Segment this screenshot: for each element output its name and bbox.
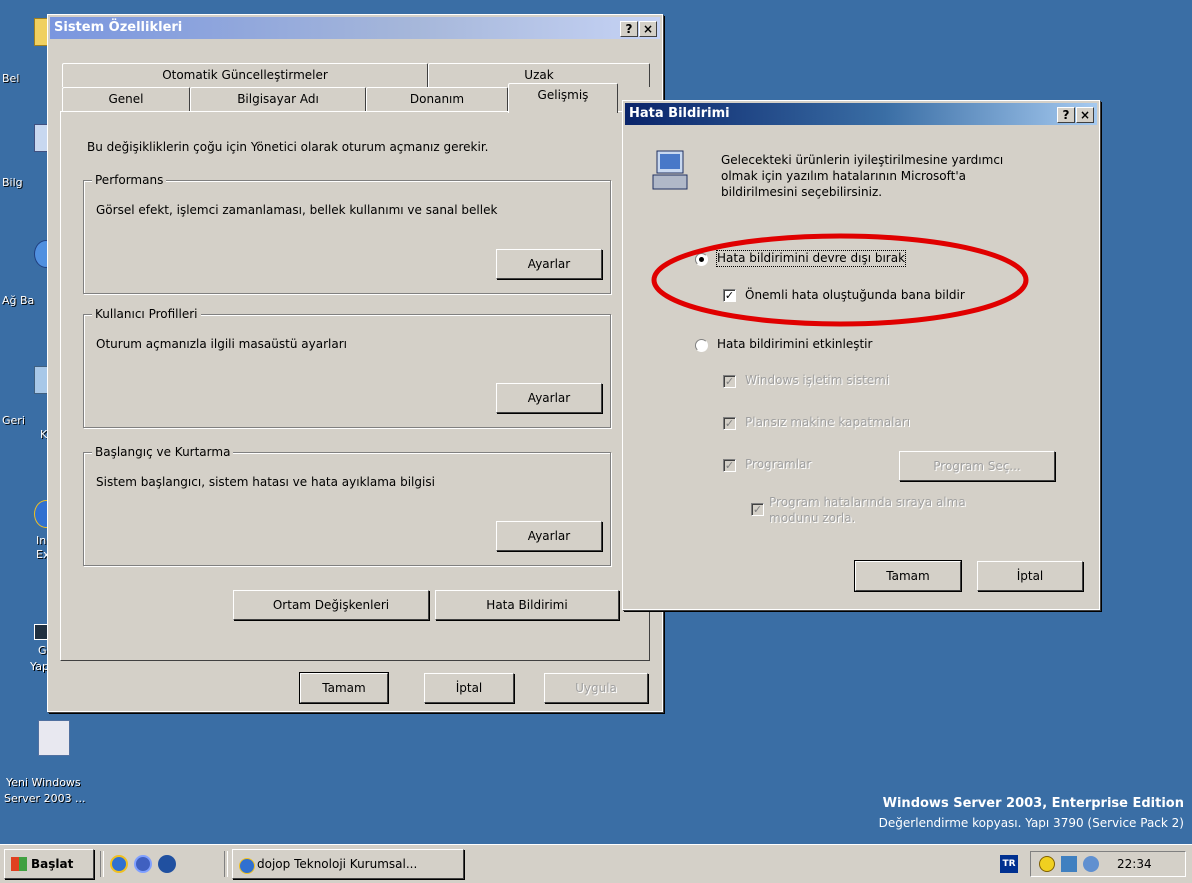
- description-line: Gelecekteki ürünlerin iyileştirilmesine …: [721, 153, 1004, 167]
- group-description: Sistem başlangıcı, sistem hatası ve hata…: [96, 475, 435, 489]
- show-desktop-icon[interactable]: [134, 855, 152, 873]
- performance-settings-button[interactable]: Ayarlar: [496, 249, 602, 279]
- description-line: olmak için yazılım hatalarının Microsoft…: [721, 169, 967, 183]
- highlight-ellipse: [651, 233, 1029, 327]
- group-title: Başlangıç ve Kurtarma: [92, 445, 234, 459]
- programs-checkbox: ✓: [723, 459, 736, 472]
- group-description: Oturum açmanızla ilgili masaüstü ayarlar…: [96, 337, 347, 351]
- description-line: bildirilmesini seçebilirsiniz.: [721, 185, 883, 199]
- force-queue-label: Program hatalarında sıraya alma: [769, 495, 966, 509]
- dialog-ok-button[interactable]: Tamam: [854, 560, 962, 592]
- dialog-title: Hata Bildirimi: [629, 106, 730, 121]
- clock[interactable]: 22:34: [1117, 856, 1152, 872]
- group-description: Görsel efekt, işlemci zamanlaması, belle…: [96, 203, 498, 217]
- apply-button: Uygula: [544, 673, 648, 703]
- divider: [224, 851, 228, 877]
- ok-button[interactable]: Tamam: [299, 672, 389, 704]
- language-indicator[interactable]: TR: [1000, 855, 1018, 873]
- tab-general[interactable]: Genel: [62, 87, 190, 111]
- environment-variables-button[interactable]: Ortam Değişkenleri: [233, 590, 429, 620]
- system-properties-titlebar[interactable]: Sistem Özellikleri ? ×: [50, 17, 660, 39]
- tab-hardware[interactable]: Donanım: [366, 87, 508, 111]
- startup-recovery-group: Başlangıç ve Kurtarma Sistem başlangıcı,…: [83, 445, 611, 566]
- taskbar-task-browser[interactable]: dojop Teknoloji Kurumsal...: [232, 849, 464, 879]
- taskbar: Başlat dojop Teknoloji Kurumsal... TR 22…: [0, 844, 1192, 883]
- error-reporting-dialog: Hata Bildirimi ? × Gelecekteki ürünlerin…: [622, 100, 1100, 610]
- admin-notice: Bu değişikliklerin çoğu için Yönetici ol…: [87, 140, 489, 154]
- performance-group: Performans Görsel efekt, işlemci zamanla…: [83, 173, 611, 294]
- security-shield-icon[interactable]: [1039, 856, 1055, 872]
- unplanned-shutdowns-label: Plansız makine kapatmaları: [745, 415, 911, 429]
- error-reporting-button[interactable]: Hata Bildirimi: [435, 590, 619, 620]
- close-button[interactable]: ×: [639, 21, 657, 37]
- force-queue-label: modunu zorla.: [769, 511, 856, 525]
- windows-os-checkbox: ✓: [723, 375, 736, 388]
- connection-icon[interactable]: [1083, 856, 1099, 872]
- cd-setup-icon: [38, 720, 70, 756]
- edition-build: Değerlendirme kopyası. Yapı 3790 (Servic…: [878, 816, 1184, 830]
- network-icon[interactable]: [1061, 856, 1077, 872]
- help-button[interactable]: ?: [620, 21, 638, 37]
- group-title: Performans: [92, 173, 167, 187]
- advanced-tab-panel: Bu değişikliklerin çoğu için Yönetici ol…: [60, 111, 650, 661]
- startup-settings-button[interactable]: Ayarlar: [496, 521, 602, 551]
- dialog-cancel-button[interactable]: İptal: [977, 561, 1083, 591]
- force-queue-checkbox: ✓: [751, 503, 764, 516]
- windows-os-label: Windows işletim sistemi: [745, 373, 890, 387]
- system-properties-window: Sistem Özellikleri ? × Otomatik Güncelle…: [47, 14, 663, 712]
- user-profiles-group: Kullanıcı Profilleri Oturum açmanızla il…: [83, 307, 611, 428]
- help-button[interactable]: ?: [1057, 107, 1075, 123]
- system-tray: 22:34: [1030, 851, 1186, 877]
- enable-reporting-radio[interactable]: [695, 339, 708, 352]
- internet-explorer-icon[interactable]: [110, 855, 128, 873]
- media-player-icon[interactable]: [158, 855, 176, 873]
- choose-programs-button: Program Seç...: [899, 451, 1055, 481]
- divider: [100, 851, 104, 877]
- enable-reporting-label[interactable]: Hata bildirimini etkinleştir: [717, 337, 872, 352]
- unplanned-shutdowns-checkbox: ✓: [723, 417, 736, 430]
- internet-explorer-icon: [239, 858, 255, 874]
- error-reporting-titlebar[interactable]: Hata Bildirimi ? ×: [625, 103, 1097, 125]
- start-button[interactable]: Başlat: [4, 849, 94, 879]
- tab-automatic-updates[interactable]: Otomatik Güncelleştirmeler: [62, 63, 428, 87]
- window-title: Sistem Özellikleri: [54, 20, 183, 35]
- group-title: Kullanıcı Profilleri: [92, 307, 201, 321]
- close-button[interactable]: ×: [1076, 107, 1094, 123]
- task-label: dojop Teknoloji Kurumsal...: [257, 857, 418, 871]
- tab-computer-name[interactable]: Bilgisayar Adı: [190, 87, 366, 111]
- tab-advanced[interactable]: Gelişmiş: [508, 83, 618, 113]
- edition-title: Windows Server 2003, Enterprise Edition: [882, 796, 1184, 811]
- profiles-settings-button[interactable]: Ayarlar: [496, 383, 602, 413]
- windows-logo-icon: [11, 857, 27, 871]
- start-label: Başlat: [31, 857, 74, 871]
- programs-label: Programlar: [745, 457, 812, 471]
- cancel-button[interactable]: İptal: [424, 673, 514, 703]
- computer-icon: [651, 147, 691, 193]
